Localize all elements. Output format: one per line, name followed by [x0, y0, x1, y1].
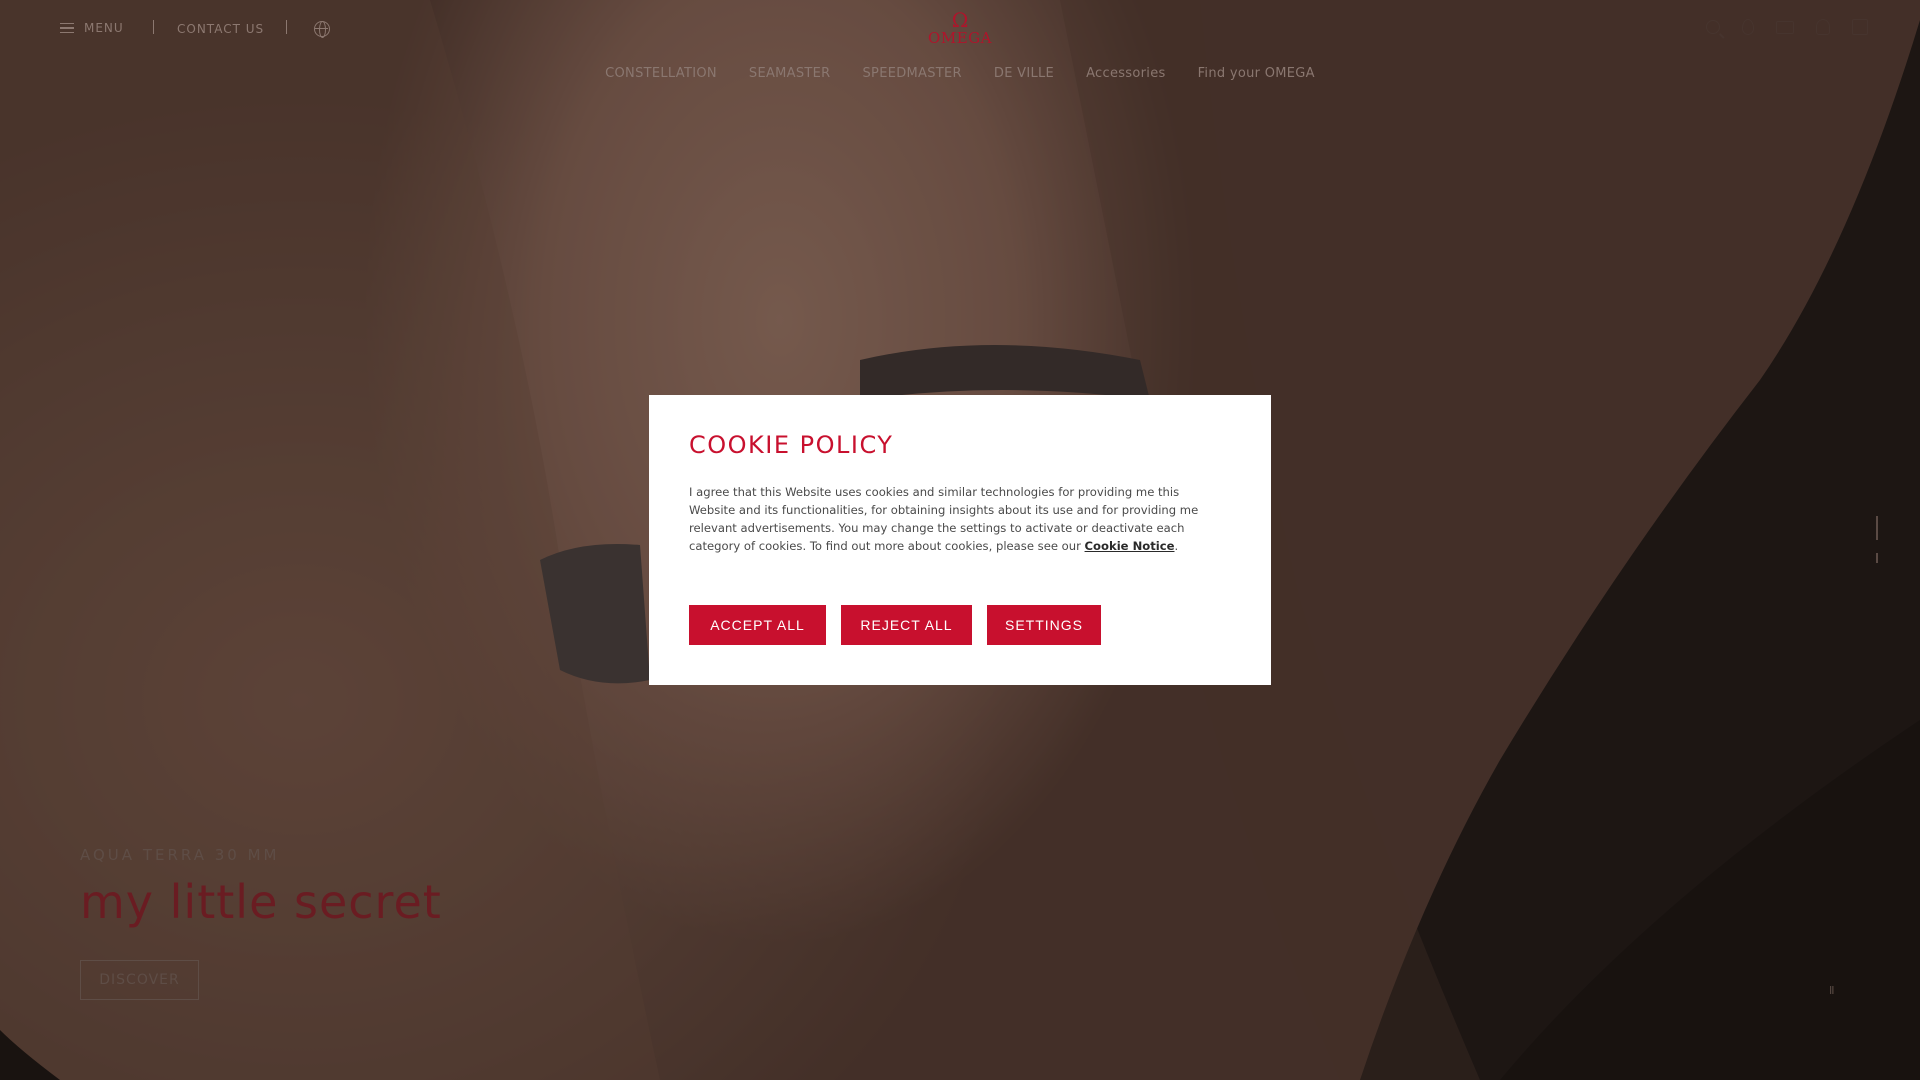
contact-us-link[interactable]: CONTACT US: [177, 22, 264, 36]
menu-button[interactable]: MENU: [60, 21, 124, 35]
site-header: MENU CONTACT US Ω OMEGA: [0, 0, 1920, 60]
reject-all-button[interactable]: REJECT ALL: [841, 605, 972, 645]
modal-title: COOKIE POLICY: [689, 431, 894, 459]
discover-button[interactable]: DISCOVER: [80, 960, 199, 1000]
settings-button[interactable]: SETTINGS: [987, 605, 1101, 645]
main-nav: CONSTELLATION SEAMASTER SPEEDMASTER DE V…: [0, 66, 1920, 81]
nav-item-de-ville[interactable]: DE VILLE: [994, 66, 1054, 81]
store-locator-icon[interactable]: [1742, 19, 1754, 35]
bag-icon[interactable]: [1852, 19, 1868, 35]
hero-eyebrow: AQUA TERRA 30 MM: [80, 846, 280, 864]
divider: [286, 20, 287, 34]
modal-body: I agree that this Website uses cookies a…: [689, 483, 1229, 555]
omega-symbol: Ω: [951, 8, 969, 32]
search-icon[interactable]: [1706, 20, 1720, 34]
nav-item-accessories[interactable]: Accessories: [1086, 66, 1166, 81]
nav-item-find-your-omega[interactable]: Find your OMEGA: [1198, 66, 1315, 81]
slide-indicator-active[interactable]: [1876, 516, 1878, 540]
accept-all-button[interactable]: ACCEPT ALL: [689, 605, 826, 645]
nav-item-seamaster[interactable]: SEAMASTER: [749, 66, 831, 81]
modal-buttons: ACCEPT ALL REJECT ALL SETTINGS: [689, 605, 1101, 645]
chat-icon[interactable]: [1776, 21, 1794, 34]
modal-body-end: .: [1174, 539, 1179, 553]
cookie-notice-link[interactable]: Cookie Notice: [1085, 539, 1175, 553]
account-icon[interactable]: [1816, 19, 1830, 35]
cookie-policy-modal: COOKIE POLICY I agree that this Website …: [649, 395, 1271, 685]
pause-icon[interactable]: II: [1829, 984, 1834, 997]
hamburger-icon: [60, 22, 74, 34]
globe-icon[interactable]: [314, 21, 330, 38]
omega-logo[interactable]: Ω OMEGA: [920, 10, 1000, 46]
logo-text: OMEGA: [928, 29, 992, 47]
hero-headline: my little secret: [80, 875, 442, 929]
divider: [153, 20, 154, 34]
nav-item-speedmaster[interactable]: SPEEDMASTER: [863, 66, 962, 81]
nav-item-constellation[interactable]: CONSTELLATION: [605, 66, 717, 81]
menu-label: MENU: [84, 21, 124, 35]
slide-indicator[interactable]: [1876, 553, 1878, 563]
header-icons: [1706, 19, 1868, 35]
